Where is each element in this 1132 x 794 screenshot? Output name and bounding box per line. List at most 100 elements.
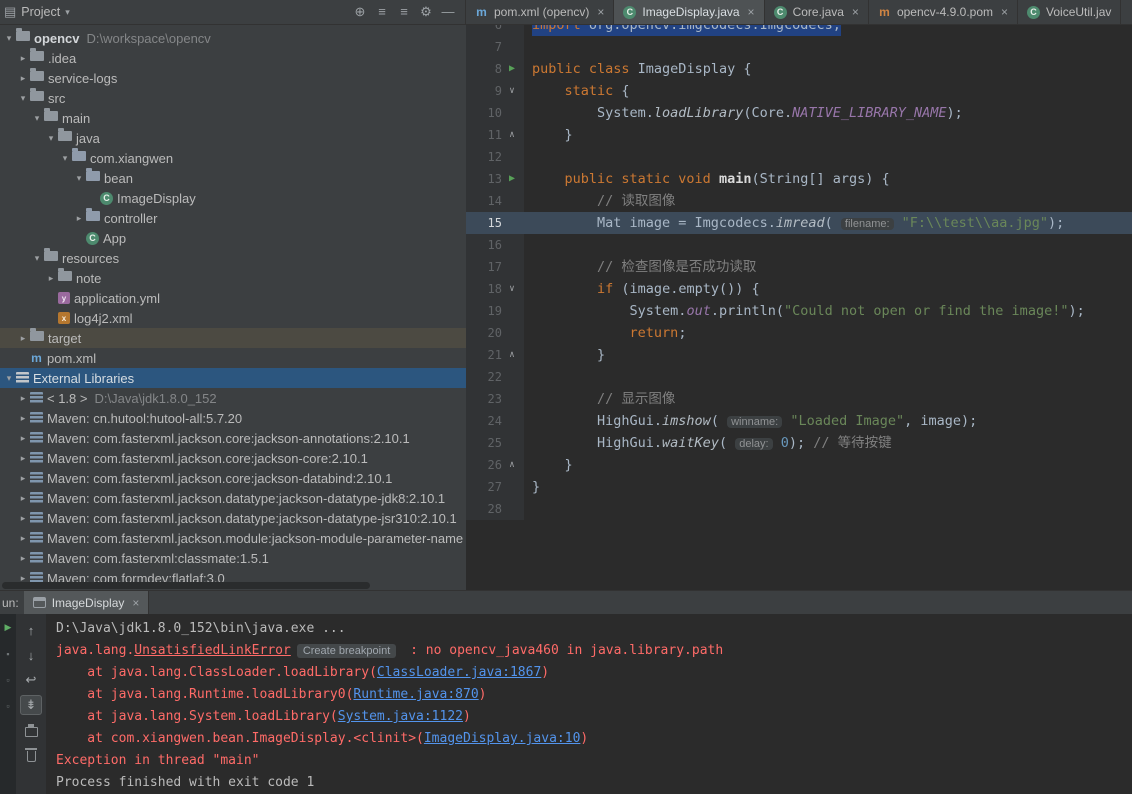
stop-icon[interactable]: ▪	[6, 649, 9, 659]
code-text[interactable]: return;	[524, 322, 1132, 344]
chevron-right-icon[interactable]: ▸	[16, 493, 30, 504]
project-view-icon[interactable]: ▤	[4, 4, 16, 19]
code-text[interactable]: HighGui.imshow( winname: "Loaded Image",…	[524, 410, 1132, 432]
tree-item[interactable]: ▾ java	[0, 128, 466, 148]
chevron-right-icon[interactable]: ▸	[16, 53, 30, 64]
settings-icon[interactable]: ⚙	[417, 4, 435, 20]
create-breakpoint-chip[interactable]: Create breakpoint	[296, 644, 397, 658]
chevron-right-icon[interactable]: ▸	[16, 453, 30, 464]
code-text[interactable]: // 读取图像	[524, 190, 1132, 212]
fold-expand-icon[interactable]: ∧	[502, 124, 522, 146]
tree-item[interactable]: ▸ .idea	[0, 48, 466, 68]
tree-item[interactable]: ▸ note	[0, 268, 466, 288]
stack-trace-link[interactable]: ClassLoader.java:1867	[377, 665, 541, 680]
collapse-all-icon[interactable]: ≡	[373, 4, 391, 20]
chevron-right-icon[interactable]: ▸	[16, 533, 30, 544]
fold-expand-icon[interactable]: ∧	[502, 344, 522, 366]
tree-item[interactable]: ▸ Maven: com.fasterxml:classmate:1.5.1	[0, 548, 466, 568]
up-stack-icon[interactable]: ↑	[20, 620, 42, 640]
editor-tab[interactable]: C ImageDisplay.java ×	[614, 0, 765, 24]
code-text[interactable]: public class ImageDisplay {	[524, 58, 1132, 80]
tree-item[interactable]: ▸ Maven: cn.hutool:hutool-all:5.7.20	[0, 408, 466, 428]
down-stack-icon[interactable]: ↓	[20, 645, 42, 665]
chevron-right-icon[interactable]: ▸	[16, 333, 30, 344]
tree-item[interactable]: x log4j2.xml	[0, 308, 466, 328]
close-icon[interactable]: ×	[852, 5, 859, 19]
rerun-icon[interactable]: ▶	[5, 622, 12, 633]
chevron-down-icon[interactable]: ▾	[2, 33, 16, 44]
fold-collapse-icon[interactable]: ∨	[502, 80, 522, 102]
tree-item[interactable]: ▸ Maven: com.fasterxml.jackson.core:jacks…	[0, 448, 466, 468]
tree-item[interactable]: ▸ controller	[0, 208, 466, 228]
clear-icon[interactable]	[20, 745, 42, 765]
code-text[interactable]: }	[524, 344, 1132, 366]
code-text[interactable]: static {	[524, 80, 1132, 102]
chevron-down-icon[interactable]: ▾	[16, 93, 30, 104]
chevron-right-icon[interactable]: ▸	[16, 73, 30, 84]
run-tab-imagedisplay[interactable]: ImageDisplay ×	[23, 591, 150, 614]
stack-trace-link[interactable]: Runtime.java:870	[353, 687, 478, 702]
code-text[interactable]	[524, 36, 1132, 58]
chevron-right-icon[interactable]: ▸	[16, 513, 30, 524]
editor-tab[interactable]: m pom.xml (opencv) ×	[466, 0, 615, 24]
close-icon[interactable]: ×	[748, 5, 755, 19]
stack-trace-link[interactable]: System.java:1122	[338, 709, 463, 724]
project-selector[interactable]: Project	[21, 5, 60, 19]
tree-item[interactable]: ▾ src	[0, 88, 466, 108]
tree-item[interactable]: ▾ External Libraries	[0, 368, 466, 388]
code-text[interactable]: }	[524, 454, 1132, 476]
close-panel-icon[interactable]: ▫	[6, 701, 9, 711]
chevron-right-icon[interactable]: ▸	[16, 413, 30, 424]
horizontal-scrollbar[interactable]	[2, 582, 370, 589]
hide-panel-icon[interactable]: —	[439, 4, 457, 20]
chevron-right-icon[interactable]: ▸	[16, 393, 30, 404]
tree-item[interactable]: ▾ main	[0, 108, 466, 128]
code-text[interactable]: // 显示图像	[524, 388, 1132, 410]
tree-item[interactable]: y application.yml	[0, 288, 466, 308]
chevron-down-icon[interactable]: ▾	[44, 133, 58, 144]
tree-item[interactable]: C ImageDisplay	[0, 188, 466, 208]
code-text[interactable]: HighGui.waitKey( delay: 0); // 等待按键	[524, 432, 1132, 454]
code-text[interactable]: // 检查图像是否成功读取	[524, 256, 1132, 278]
code-text[interactable]	[524, 234, 1132, 256]
fold-expand-icon[interactable]: ∧	[502, 454, 522, 476]
chevron-down-icon[interactable]: ▾	[65, 7, 70, 18]
chevron-right-icon[interactable]: ▸	[44, 273, 58, 284]
tree-item[interactable]: ▸ service-logs	[0, 68, 466, 88]
code-text[interactable]	[524, 146, 1132, 168]
tree-item[interactable]: m pom.xml	[0, 348, 466, 368]
locate-icon[interactable]: ⊕	[351, 4, 369, 20]
chevron-right-icon[interactable]: ▸	[16, 433, 30, 444]
pin-icon[interactable]: ▫	[6, 675, 9, 685]
tree-item[interactable]: C App	[0, 228, 466, 248]
tree-item[interactable]: ▸ Maven: com.fasterxml.jackson.module:jac…	[0, 528, 466, 548]
tree-item[interactable]: ▾ com.xiangwen	[0, 148, 466, 168]
chevron-down-icon[interactable]: ▾	[72, 173, 86, 184]
close-icon[interactable]: ×	[132, 596, 139, 610]
code-text[interactable]	[524, 498, 1132, 520]
code-text[interactable]: public static void main(String[] args) {	[524, 168, 1132, 190]
expand-all-icon[interactable]: ≡	[395, 4, 413, 20]
tree-item[interactable]: ▸ target	[0, 328, 466, 348]
chevron-right-icon[interactable]: ▸	[16, 553, 30, 564]
code-text[interactable]: System.loadLibrary(Core.NATIVE_LIBRARY_N…	[524, 102, 1132, 124]
close-icon[interactable]: ×	[1001, 5, 1008, 19]
code-text[interactable]	[524, 366, 1132, 388]
code-text[interactable]: }	[524, 476, 1132, 498]
chevron-down-icon[interactable]: ▾	[2, 373, 16, 384]
editor-tab[interactable]: C VoiceUtil.jav	[1018, 0, 1122, 24]
scroll-to-end-icon[interactable]: ⇟	[20, 695, 42, 715]
tree-item[interactable]: ▾ bean	[0, 168, 466, 188]
tree-item[interactable]: ▸ Maven: com.fasterxml.jackson.datatype:j…	[0, 488, 466, 508]
tree-item[interactable]: ▸ < 1.8 > D:\Java\jdk1.8.0_152	[0, 388, 466, 408]
chevron-down-icon[interactable]: ▾	[30, 113, 44, 124]
chevron-right-icon[interactable]: ▸	[72, 213, 86, 224]
tree-item[interactable]: ▸ Maven: com.fasterxml.jackson.core:jacks…	[0, 428, 466, 448]
editor-tab[interactable]: m opencv-4.9.0.pom ×	[869, 0, 1019, 24]
run-icon[interactable]: ▶	[502, 58, 522, 80]
chevron-right-icon[interactable]: ▸	[16, 473, 30, 484]
code-text[interactable]: }	[524, 124, 1132, 146]
code-text[interactable]: Mat image = Imgcodecs.imread( filename: …	[524, 212, 1132, 234]
close-icon[interactable]: ×	[597, 5, 604, 19]
stack-trace-link[interactable]: ImageDisplay.java:10	[424, 731, 581, 746]
